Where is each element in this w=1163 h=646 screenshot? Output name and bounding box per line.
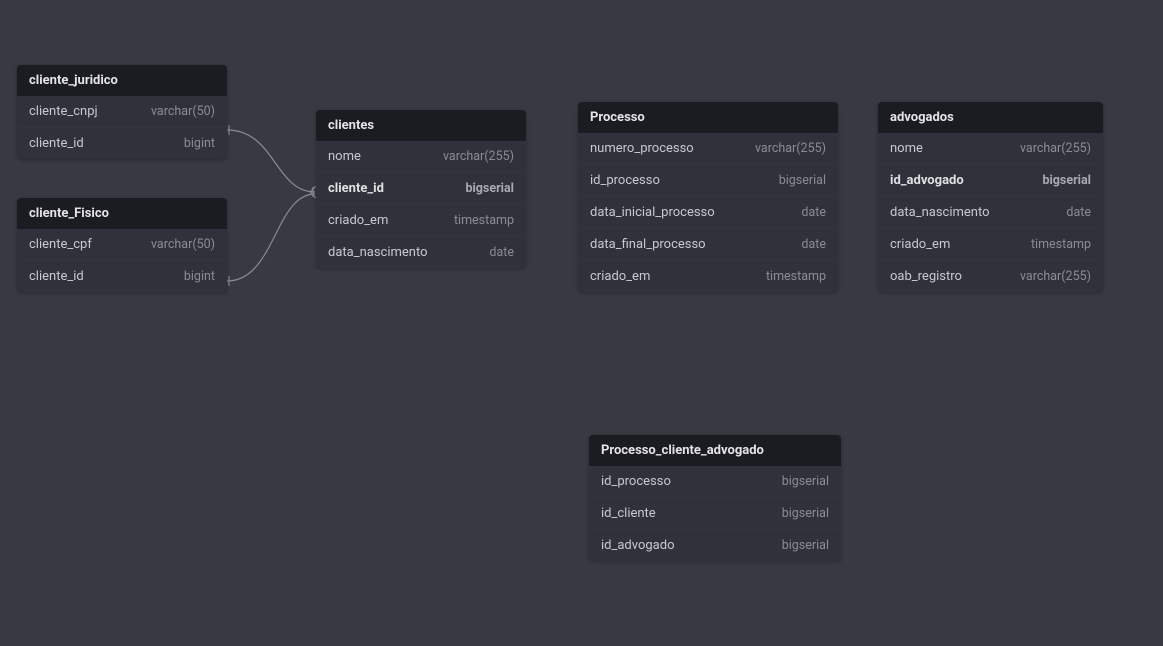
col-name: data_inicial_processo: [590, 205, 715, 220]
col-name: data_nascimento: [890, 205, 990, 220]
col-type: timestamp: [1031, 237, 1091, 252]
table-row: data_final_processo date: [578, 228, 838, 260]
col-name: criado_em: [590, 269, 650, 284]
col-name: criado_em: [890, 237, 950, 252]
col-type: varchar(255): [443, 149, 514, 164]
table-row: numero_processo varchar(255): [578, 133, 838, 164]
table-row: criado_em timestamp: [316, 204, 526, 236]
col-name: nome: [890, 141, 923, 156]
col-name: cliente_id: [328, 181, 384, 196]
table-header: Processo_cliente_advogado: [589, 435, 841, 466]
col-name: data_nascimento: [328, 245, 428, 260]
table-processo-cliente-advogado[interactable]: Processo_cliente_advogado id_processo bi…: [589, 435, 841, 561]
table-header: advogados: [878, 102, 1103, 133]
table-row: criado_em timestamp: [578, 260, 838, 292]
table-header: Processo: [578, 102, 838, 133]
col-type: varchar(255): [1020, 141, 1091, 156]
table-processo[interactable]: Processo numero_processo varchar(255) id…: [578, 102, 838, 292]
col-type: date: [489, 245, 514, 260]
erd-canvas[interactable]: cliente_juridico cliente_cnpj varchar(50…: [0, 0, 1163, 646]
col-type: date: [1066, 205, 1091, 220]
table-row: cliente_cpf varchar(50): [17, 229, 227, 260]
table-row: data_inicial_processo date: [578, 196, 838, 228]
table-row: id_advogado bigserial: [878, 164, 1103, 196]
table-row: nome varchar(255): [878, 133, 1103, 164]
table-row: oab_registro varchar(255): [878, 260, 1103, 292]
col-type: varchar(50): [151, 237, 215, 252]
col-type: bigserial: [782, 538, 829, 553]
col-name: id_advogado: [601, 538, 675, 553]
col-name: id_advogado: [890, 173, 964, 188]
col-type: bigserial: [779, 173, 826, 188]
table-advogados[interactable]: advogados nome varchar(255) id_advogado …: [878, 102, 1103, 292]
table-header: cliente_juridico: [17, 65, 227, 96]
col-name: nome: [328, 149, 361, 164]
col-type: bigserial: [465, 181, 514, 196]
table-row: id_processo bigserial: [589, 466, 841, 497]
col-type: varchar(255): [755, 141, 826, 156]
col-type: timestamp: [766, 269, 826, 284]
table-row: id_processo bigserial: [578, 164, 838, 196]
col-type: bigserial: [782, 474, 829, 489]
table-cliente-juridico[interactable]: cliente_juridico cliente_cnpj varchar(50…: [17, 65, 227, 159]
table-header: clientes: [316, 110, 526, 141]
table-row: id_advogado bigserial: [589, 529, 841, 561]
table-row: nome varchar(255): [316, 141, 526, 172]
col-name: oab_registro: [890, 269, 962, 284]
col-name: id_processo: [601, 474, 671, 489]
table-cliente-fisico[interactable]: cliente_Fisico cliente_cpf varchar(50) c…: [17, 198, 227, 292]
col-type: bigserial: [782, 506, 829, 521]
col-type: varchar(255): [1020, 269, 1091, 284]
col-name: data_final_processo: [590, 237, 706, 252]
table-header: cliente_Fisico: [17, 198, 227, 229]
col-name: cliente_cpf: [29, 237, 92, 252]
col-type: timestamp: [454, 213, 514, 228]
table-row: cliente_id bigint: [17, 127, 227, 159]
col-type: bigint: [184, 136, 215, 151]
table-row: cliente_id bigint: [17, 260, 227, 292]
col-name: numero_processo: [590, 141, 694, 156]
table-row: data_nascimento date: [316, 236, 526, 268]
col-name: cliente_id: [29, 136, 84, 151]
col-type: bigint: [184, 269, 215, 284]
col-name: criado_em: [328, 213, 388, 228]
col-type: varchar(50): [151, 104, 215, 119]
table-clientes[interactable]: clientes nome varchar(255) cliente_id bi…: [316, 110, 526, 268]
table-row: data_nascimento date: [878, 196, 1103, 228]
col-type: date: [801, 237, 826, 252]
col-name: id_processo: [590, 173, 660, 188]
col-type: bigserial: [1042, 173, 1091, 188]
col-type: date: [801, 205, 826, 220]
table-row: id_cliente bigserial: [589, 497, 841, 529]
table-row: cliente_id bigserial: [316, 172, 526, 204]
table-row: cliente_cnpj varchar(50): [17, 96, 227, 127]
table-row: criado_em timestamp: [878, 228, 1103, 260]
col-name: cliente_id: [29, 269, 84, 284]
col-name: id_cliente: [601, 506, 656, 521]
col-name: cliente_cnpj: [29, 104, 98, 119]
